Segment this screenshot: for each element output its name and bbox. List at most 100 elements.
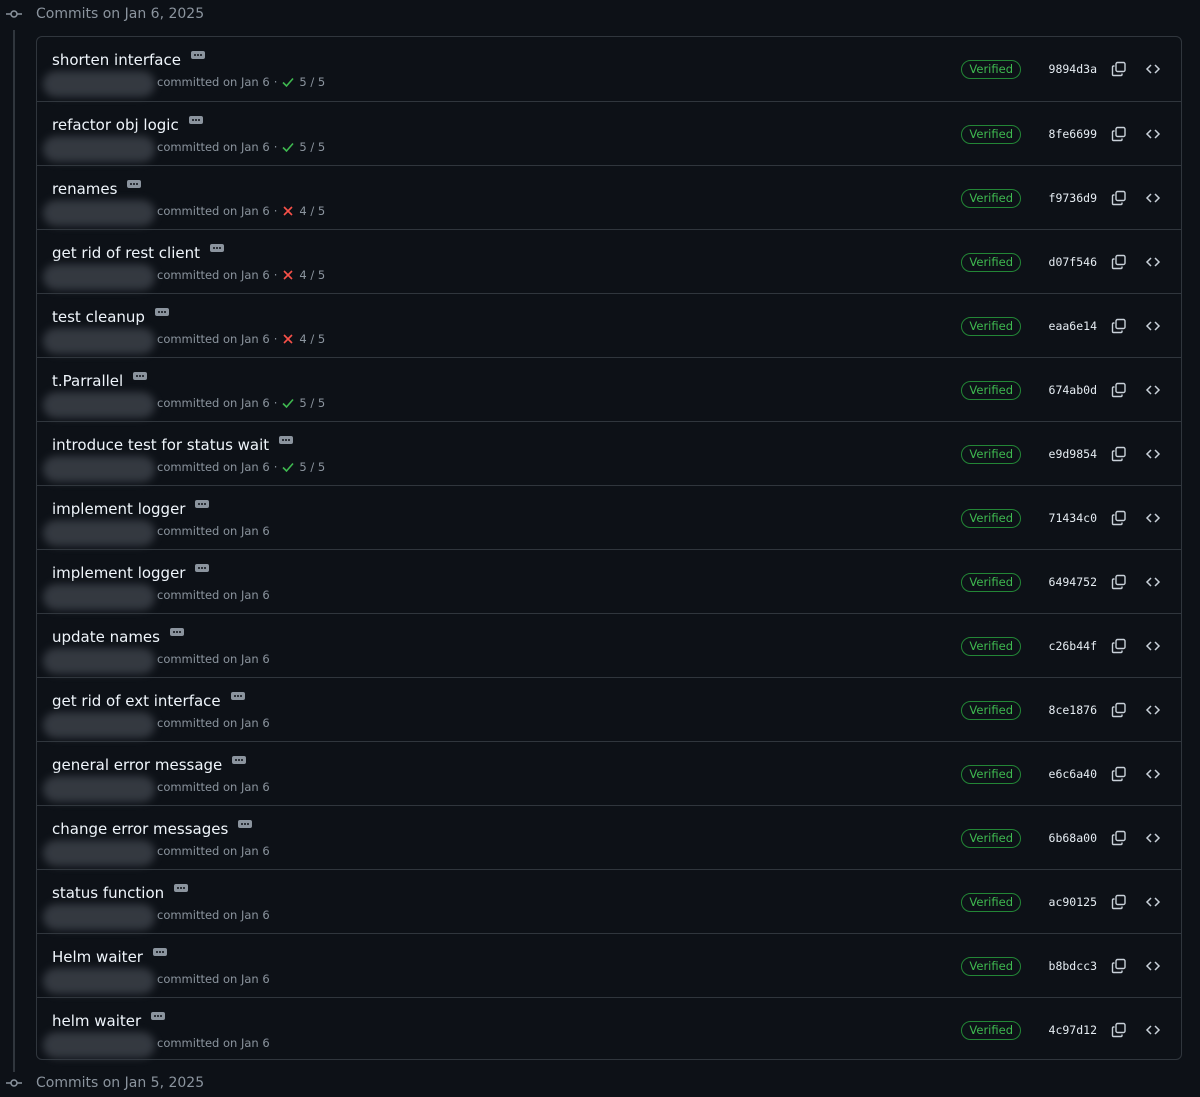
commit-sha-link[interactable]: d07f546 [1031,255,1097,269]
verified-badge[interactable]: Verified [961,380,1021,400]
code-icon[interactable] [1145,126,1161,142]
commit-title[interactable]: helm waiter [52,1012,141,1030]
verified-badge[interactable]: Verified [961,636,1021,656]
x-icon[interactable] [281,204,295,218]
ellipsis-icon[interactable] [279,436,294,444]
code-icon[interactable] [1145,61,1161,77]
commit-sha-link[interactable]: 8fe6699 [1031,127,1097,141]
commit-title[interactable]: implement logger [52,500,185,518]
copy-icon[interactable] [1111,510,1127,526]
verified-badge[interactable]: Verified [961,572,1021,592]
commit-title[interactable]: t.Parrallel [52,372,123,390]
commit-title[interactable]: change error messages [52,820,228,838]
code-icon[interactable] [1145,190,1161,206]
check-icon[interactable] [281,140,295,154]
x-icon[interactable] [281,332,295,346]
commit-sha-link[interactable]: 6b68a00 [1031,831,1097,845]
code-icon[interactable] [1145,638,1161,654]
commit-sha-link[interactable]: 4c97d12 [1031,1023,1097,1037]
code-icon[interactable] [1145,318,1161,334]
commit-title[interactable]: renames [52,180,117,198]
copy-icon[interactable] [1111,126,1127,142]
verified-badge[interactable]: Verified [961,828,1021,848]
verified-badge[interactable]: Verified [961,444,1021,464]
ellipsis-icon[interactable] [232,756,247,764]
commit-sha-link[interactable]: 6494752 [1031,575,1097,589]
code-icon[interactable] [1145,382,1161,398]
ellipsis-icon[interactable] [133,372,148,380]
checks-count[interactable]: 4 / 5 [299,268,325,282]
copy-icon[interactable] [1111,958,1127,974]
verified-badge[interactable]: Verified [961,316,1021,336]
verified-badge[interactable]: Verified [961,956,1021,976]
verified-badge[interactable]: Verified [961,508,1021,528]
copy-icon[interactable] [1111,766,1127,782]
copy-icon[interactable] [1111,61,1127,77]
ellipsis-icon[interactable] [230,692,245,700]
ellipsis-icon[interactable] [195,564,210,572]
code-icon[interactable] [1145,446,1161,462]
commit-title[interactable]: general error message [52,756,222,774]
commit-sha-link[interactable]: 9894d3a [1031,62,1097,76]
commit-sha-link[interactable]: ac90125 [1031,895,1097,909]
copy-icon[interactable] [1111,254,1127,270]
code-icon[interactable] [1145,702,1161,718]
ellipsis-icon[interactable] [238,820,253,828]
commit-sha-link[interactable]: b8bdcc3 [1031,959,1097,973]
commit-title[interactable]: status function [52,884,164,902]
commit-title[interactable]: Helm waiter [52,948,143,966]
verified-badge[interactable]: Verified [961,1020,1021,1040]
verified-badge[interactable]: Verified [961,700,1021,720]
commit-title[interactable]: shorten interface [52,51,181,69]
commit-sha-link[interactable]: eaa6e14 [1031,319,1097,333]
copy-icon[interactable] [1111,702,1127,718]
ellipsis-icon[interactable] [209,244,224,252]
copy-icon[interactable] [1111,894,1127,910]
copy-icon[interactable] [1111,1022,1127,1038]
commit-sha-link[interactable]: 674ab0d [1031,383,1097,397]
copy-icon[interactable] [1111,830,1127,846]
check-icon[interactable] [281,75,295,89]
ellipsis-icon[interactable] [154,308,169,316]
commit-title[interactable]: get rid of rest client [52,244,200,262]
commit-sha-link[interactable]: c26b44f [1031,639,1097,653]
ellipsis-icon[interactable] [190,51,205,59]
copy-icon[interactable] [1111,318,1127,334]
ellipsis-icon[interactable] [127,180,142,188]
code-icon[interactable] [1145,766,1161,782]
copy-icon[interactable] [1111,574,1127,590]
verified-badge[interactable]: Verified [961,892,1021,912]
ellipsis-icon[interactable] [195,500,210,508]
check-icon[interactable] [281,396,295,410]
copy-icon[interactable] [1111,638,1127,654]
copy-icon[interactable] [1111,190,1127,206]
ellipsis-icon[interactable] [152,948,167,956]
code-icon[interactable] [1145,510,1161,526]
ellipsis-icon[interactable] [169,628,184,636]
checks-count[interactable]: 4 / 5 [299,332,325,346]
verified-badge[interactable]: Verified [961,188,1021,208]
ellipsis-icon[interactable] [151,1012,166,1020]
commit-sha-link[interactable]: e9d9854 [1031,447,1097,461]
checks-count[interactable]: 4 / 5 [299,204,325,218]
commit-title[interactable]: introduce test for status wait [52,436,269,454]
verified-badge[interactable]: Verified [961,764,1021,784]
check-icon[interactable] [281,460,295,474]
verified-badge[interactable]: Verified [961,252,1021,272]
checks-count[interactable]: 5 / 5 [299,460,325,474]
code-icon[interactable] [1145,958,1161,974]
code-icon[interactable] [1145,254,1161,270]
code-icon[interactable] [1145,830,1161,846]
copy-icon[interactable] [1111,382,1127,398]
code-icon[interactable] [1145,1022,1161,1038]
checks-count[interactable]: 5 / 5 [299,140,325,154]
checks-count[interactable]: 5 / 5 [299,75,325,89]
commit-title[interactable]: refactor obj logic [52,116,179,134]
commit-sha-link[interactable]: 71434c0 [1031,511,1097,525]
commit-title[interactable]: implement logger [52,564,185,582]
code-icon[interactable] [1145,574,1161,590]
copy-icon[interactable] [1111,446,1127,462]
commit-title[interactable]: test cleanup [52,308,145,326]
commit-sha-link[interactable]: f9736d9 [1031,191,1097,205]
verified-badge[interactable]: Verified [961,59,1021,79]
